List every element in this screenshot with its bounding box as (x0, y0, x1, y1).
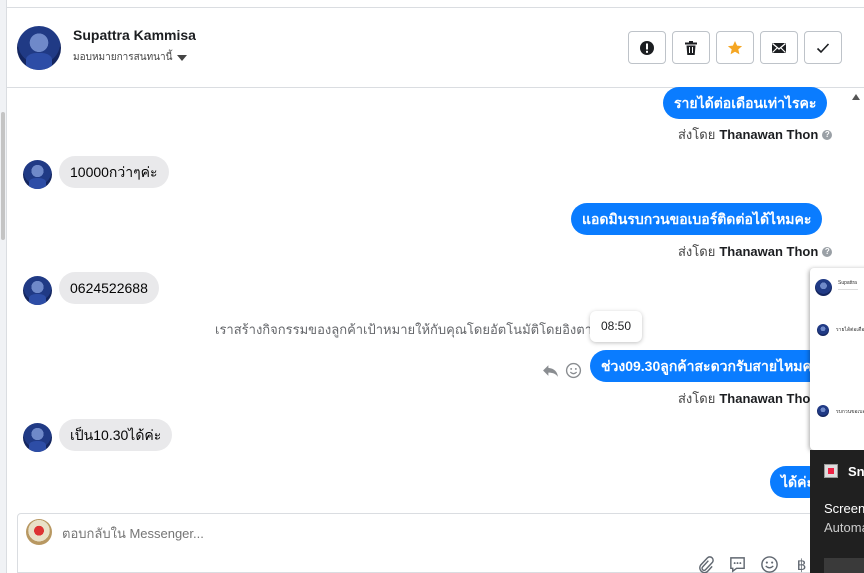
scroll-up-arrow-icon[interactable] (852, 94, 860, 100)
reply-input[interactable] (62, 526, 562, 541)
outgoing-message[interactable]: แอดมินรบกวนขอเบอร์ติดต่อได้ไหมคะ (571, 203, 823, 235)
sent-by-name: Thanawan Thon (719, 244, 819, 259)
mini-message: รบกวนขอเบอร์ (836, 409, 864, 415)
outgoing-message[interactable]: ช่วง09.30ลูกค้าสะดวกรับสายไหมคะ (590, 350, 831, 382)
mini-message: รายได้ต่อเดือน (836, 327, 864, 333)
contact-avatar-small[interactable] (23, 160, 52, 189)
trash-icon (685, 40, 697, 55)
assign-conversation-dropdown[interactable]: มอบหมายการสนทนานี้ (73, 50, 188, 65)
attachment-icon[interactable] (696, 555, 715, 573)
saved-reply-icon[interactable] (728, 555, 747, 573)
left-scrollbar[interactable] (0, 0, 7, 573)
svg-text:฿: ฿ (797, 556, 807, 573)
sent-by-label: ส่งโดย Thanawan Thon ? (678, 241, 833, 262)
assign-label: มอบหมายการสนทนานี้ (73, 52, 173, 63)
emoji-react-icon[interactable] (565, 362, 582, 379)
incoming-message[interactable]: 10000กว่าๆค่ะ (59, 156, 169, 188)
emoji-icon[interactable] (760, 555, 779, 573)
snipping-tool-notification[interactable]: Snipping Tool Screenshot copied Automati… (810, 450, 864, 573)
done-button[interactable] (804, 31, 842, 64)
mini-divider (838, 289, 858, 290)
message-tools (542, 362, 582, 379)
messenger-inbox: Supattra Kammisa มอบหมายการสนทนานี้ รายไ… (0, 0, 864, 573)
baht-payment-icon[interactable]: ฿ (792, 555, 811, 573)
sent-by-name: Thanawan Thon (719, 391, 819, 406)
outgoing-message[interactable]: รายได้ต่อเดือนเท่าไรคะ (663, 87, 828, 119)
notification-app-name: Snipping Tool (848, 464, 864, 479)
incoming-message[interactable]: 0624522688 (59, 272, 159, 304)
sent-by-label: ส่งโดย Thanawan Thon (678, 388, 818, 409)
contact-avatar-small[interactable] (23, 423, 52, 452)
reply-icon[interactable] (542, 362, 559, 379)
conversation-header: Supattra Kammisa มอบหมายการสนทนานี้ (7, 8, 864, 88)
contact-avatar[interactable] (17, 26, 61, 70)
contact-avatar-small[interactable] (23, 276, 52, 305)
help-icon[interactable]: ? (822, 246, 833, 257)
reply-composer: ฿ (17, 513, 837, 573)
notification-action-button[interactable] (824, 558, 864, 573)
sent-by-prefix: ส่งโดย (678, 127, 716, 142)
mail-icon (772, 42, 786, 53)
header-actions (628, 31, 842, 64)
composer-tools: ฿ (696, 555, 811, 573)
sent-by-name: Thanawan Thon (719, 127, 819, 142)
mail-button[interactable] (760, 31, 798, 64)
sent-by-prefix: ส่งโดย (678, 244, 716, 259)
report-button[interactable] (628, 31, 666, 64)
caret-down-icon (177, 54, 188, 61)
contact-name[interactable]: Supattra Kammisa (73, 27, 196, 43)
page-avatar (26, 519, 52, 545)
help-icon[interactable]: ? (822, 129, 833, 140)
left-scroll-thumb[interactable] (1, 112, 5, 240)
incoming-message[interactable]: เป็น10.30ได้ค่ะ (59, 419, 173, 451)
report-icon (640, 40, 654, 55)
mini-avatar (815, 279, 832, 296)
delete-button[interactable] (672, 31, 710, 64)
mini-avatar (817, 324, 829, 336)
mini-name: Supattra (838, 280, 857, 286)
notification-title: Screenshot copied (824, 501, 864, 516)
sent-by-label: ส่งโดย Thanawan Thon ? (678, 124, 833, 145)
star-button[interactable] (716, 31, 754, 64)
system-notice: เราสร้างกิจกรรมของลูกค้าเป้าหมายให้กับคุ… (215, 322, 631, 337)
mini-chat-preview[interactable]: Supattra รายได้ต่อเดือน รบกวนขอเบอร์ (810, 268, 864, 450)
notification-body: Automatically saved (824, 520, 864, 535)
star-icon (727, 40, 743, 54)
snipping-tool-icon (824, 464, 838, 478)
timestamp-tooltip: 08:50 (590, 311, 642, 342)
mini-avatar (817, 405, 829, 417)
check-icon (816, 42, 830, 53)
sent-by-prefix: ส่งโดย (678, 391, 716, 406)
